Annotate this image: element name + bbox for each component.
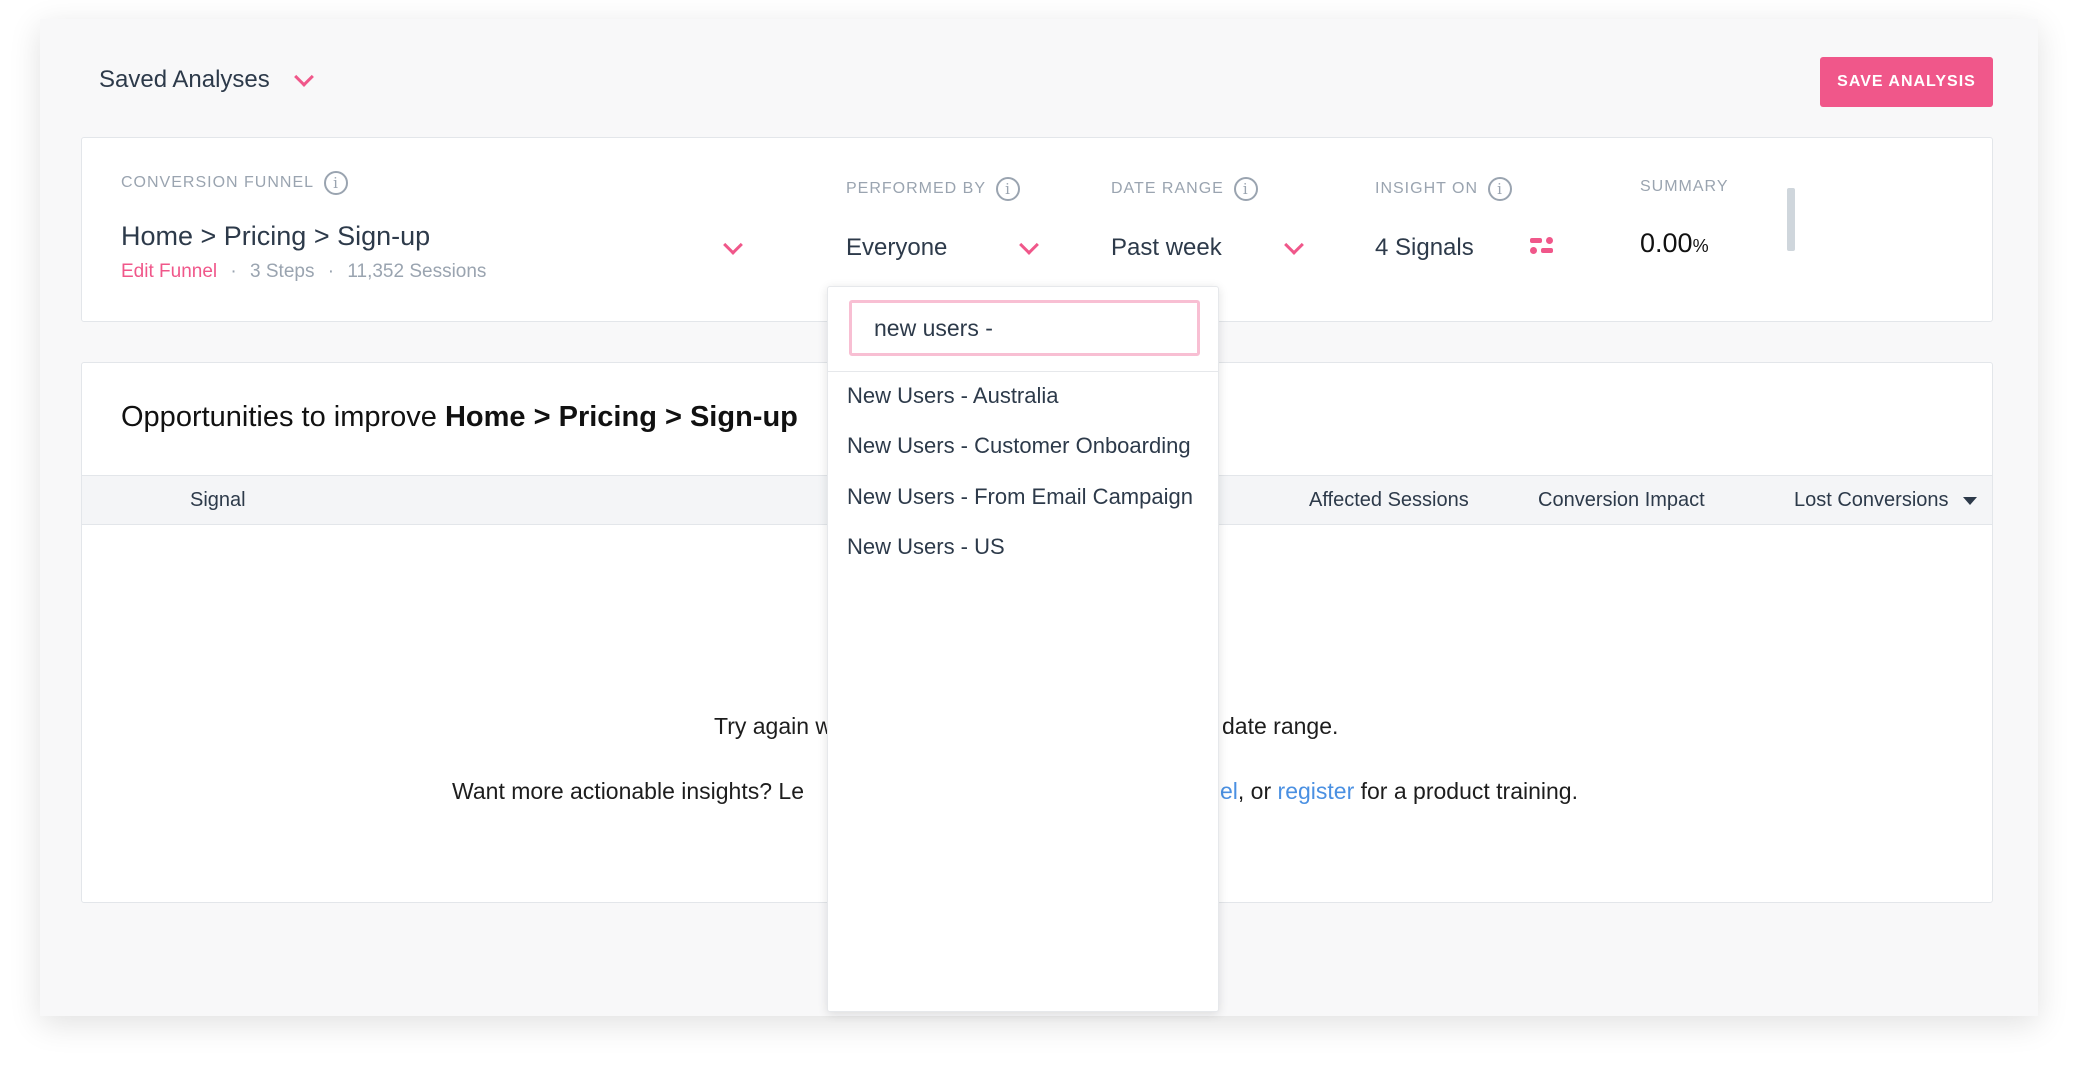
segment-dropdown: New Users - Australia New Users - Custom… <box>827 286 1219 1012</box>
column-affected-sessions[interactable]: Affected Sessions <box>1309 489 1469 512</box>
empty-message-part2: date range. <box>1222 713 1339 739</box>
column-signal[interactable]: Signal <box>190 489 246 512</box>
saved-analyses-label: Saved Analyses <box>99 66 270 93</box>
funnel-name: Home > Pricing > Sign-up <box>121 221 431 251</box>
funnel-meta: Edit Funnel · 3 Steps · 11,352 Sessions <box>121 261 487 282</box>
scrollbar[interactable] <box>1787 188 1795 251</box>
dropdown-option[interactable]: New Users - US <box>847 534 1005 560</box>
segment-search-input[interactable] <box>849 300 1200 356</box>
dropdown-option[interactable]: New Users - Customer Onboarding <box>847 433 1191 459</box>
opportunities-heading: Opportunities to improve Home > Pricing … <box>121 401 798 433</box>
insight-on-value: 4 Signals <box>1375 234 1474 261</box>
column-lost-conversions[interactable]: Lost Conversions <box>1794 489 1949 512</box>
conversion-funnel-label: CONVERSION FUNNEL i <box>121 171 349 195</box>
insights-message-part1: Want more actionable insights? Le <box>452 778 805 804</box>
funnel-sessions: 11,352 Sessions <box>347 261 487 282</box>
link[interactable]: el <box>1220 778 1238 804</box>
insight-on-label: INSIGHT ON i <box>1375 177 1513 201</box>
divider <box>828 371 1218 372</box>
performed-by-label: PERFORMED BY i <box>846 177 1021 201</box>
info-icon[interactable]: i <box>1488 177 1513 201</box>
edit-funnel-link[interactable]: Edit Funnel <box>121 261 217 282</box>
info-icon[interactable]: i <box>996 177 1021 201</box>
info-icon[interactable]: i <box>1233 177 1258 201</box>
date-range-label: DATE RANGE i <box>1111 177 1258 201</box>
register-link[interactable]: register <box>1278 778 1355 804</box>
summary-value: 0.00% <box>1640 228 1709 258</box>
dropdown-option[interactable]: New Users - From Email Campaign <box>847 484 1193 510</box>
saved-analyses-dropdown[interactable]: Saved Analyses <box>99 66 270 94</box>
performed-by-select[interactable]: Everyone <box>846 234 947 262</box>
insights-message-part2: el, or register for a product training. <box>1220 778 1578 804</box>
info-icon[interactable]: i <box>324 171 349 195</box>
dropdown-option[interactable]: New Users - Australia <box>847 383 1059 409</box>
funnel-steps: 3 Steps <box>250 261 315 282</box>
sort-desc-icon[interactable] <box>1963 497 1977 505</box>
empty-message-part1: Try again w <box>714 713 833 739</box>
summary-label: SUMMARY <box>1640 178 1729 195</box>
filter-toggle-icon[interactable] <box>1530 237 1554 254</box>
save-analysis-button[interactable]: SAVE ANALYSIS <box>1820 57 1993 107</box>
date-range-select[interactable]: Past week <box>1111 234 1222 262</box>
column-conversion-impact[interactable]: Conversion Impact <box>1538 489 1705 512</box>
